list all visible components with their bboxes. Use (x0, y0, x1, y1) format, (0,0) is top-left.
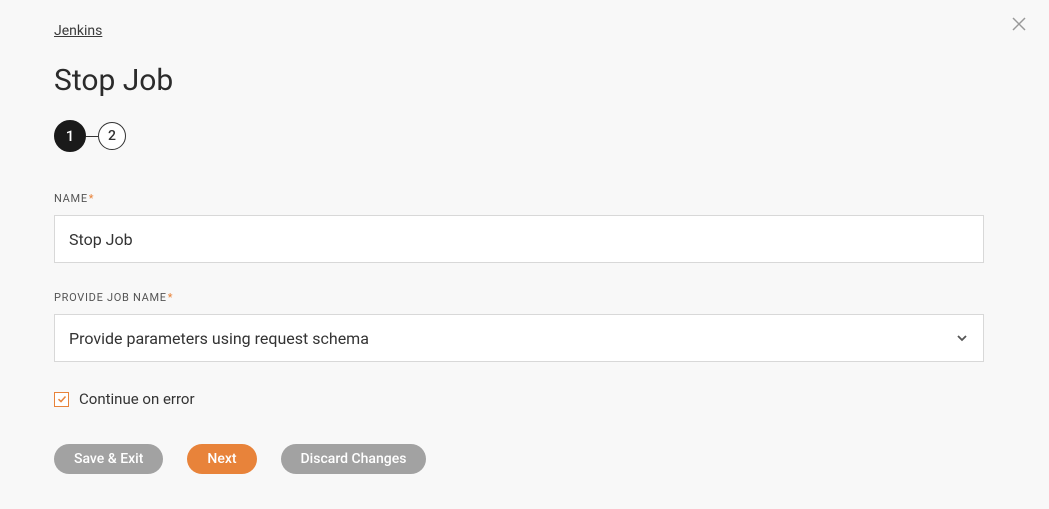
name-label: NAME* (54, 192, 995, 205)
discard-button[interactable]: Discard Changes (281, 444, 427, 474)
next-button[interactable]: Next (187, 444, 256, 474)
step-1[interactable]: 1 (54, 120, 86, 152)
required-indicator: * (168, 291, 173, 304)
job-name-select[interactable]: Provide parameters using request schema (54, 314, 984, 362)
close-icon (1012, 17, 1026, 31)
continue-on-error-checkbox[interactable] (54, 392, 69, 407)
name-label-text: NAME (54, 192, 88, 205)
name-input[interactable] (54, 215, 984, 263)
stepper: 1 2 (54, 120, 995, 152)
job-name-label: PROVIDE JOB NAME* (54, 291, 995, 304)
action-buttons: Save & Exit Next Discard Changes (54, 444, 995, 474)
continue-on-error-row: Continue on error (54, 390, 995, 408)
close-button[interactable] (1009, 14, 1029, 34)
checkmark-icon (57, 394, 67, 404)
breadcrumb[interactable]: Jenkins (54, 23, 102, 39)
job-name-field-group: PROVIDE JOB NAME* Provide parameters usi… (54, 291, 995, 362)
save-exit-button[interactable]: Save & Exit (54, 444, 163, 474)
required-indicator: * (89, 192, 94, 205)
continue-on-error-label[interactable]: Continue on error (79, 390, 195, 408)
step-2[interactable]: 2 (98, 122, 126, 150)
page-title: Stop Job (54, 63, 995, 98)
step-connector (86, 136, 98, 137)
name-field-group: NAME* (54, 192, 995, 263)
job-name-select-wrap: Provide parameters using request schema (54, 314, 984, 362)
job-name-label-text: PROVIDE JOB NAME (54, 291, 167, 304)
